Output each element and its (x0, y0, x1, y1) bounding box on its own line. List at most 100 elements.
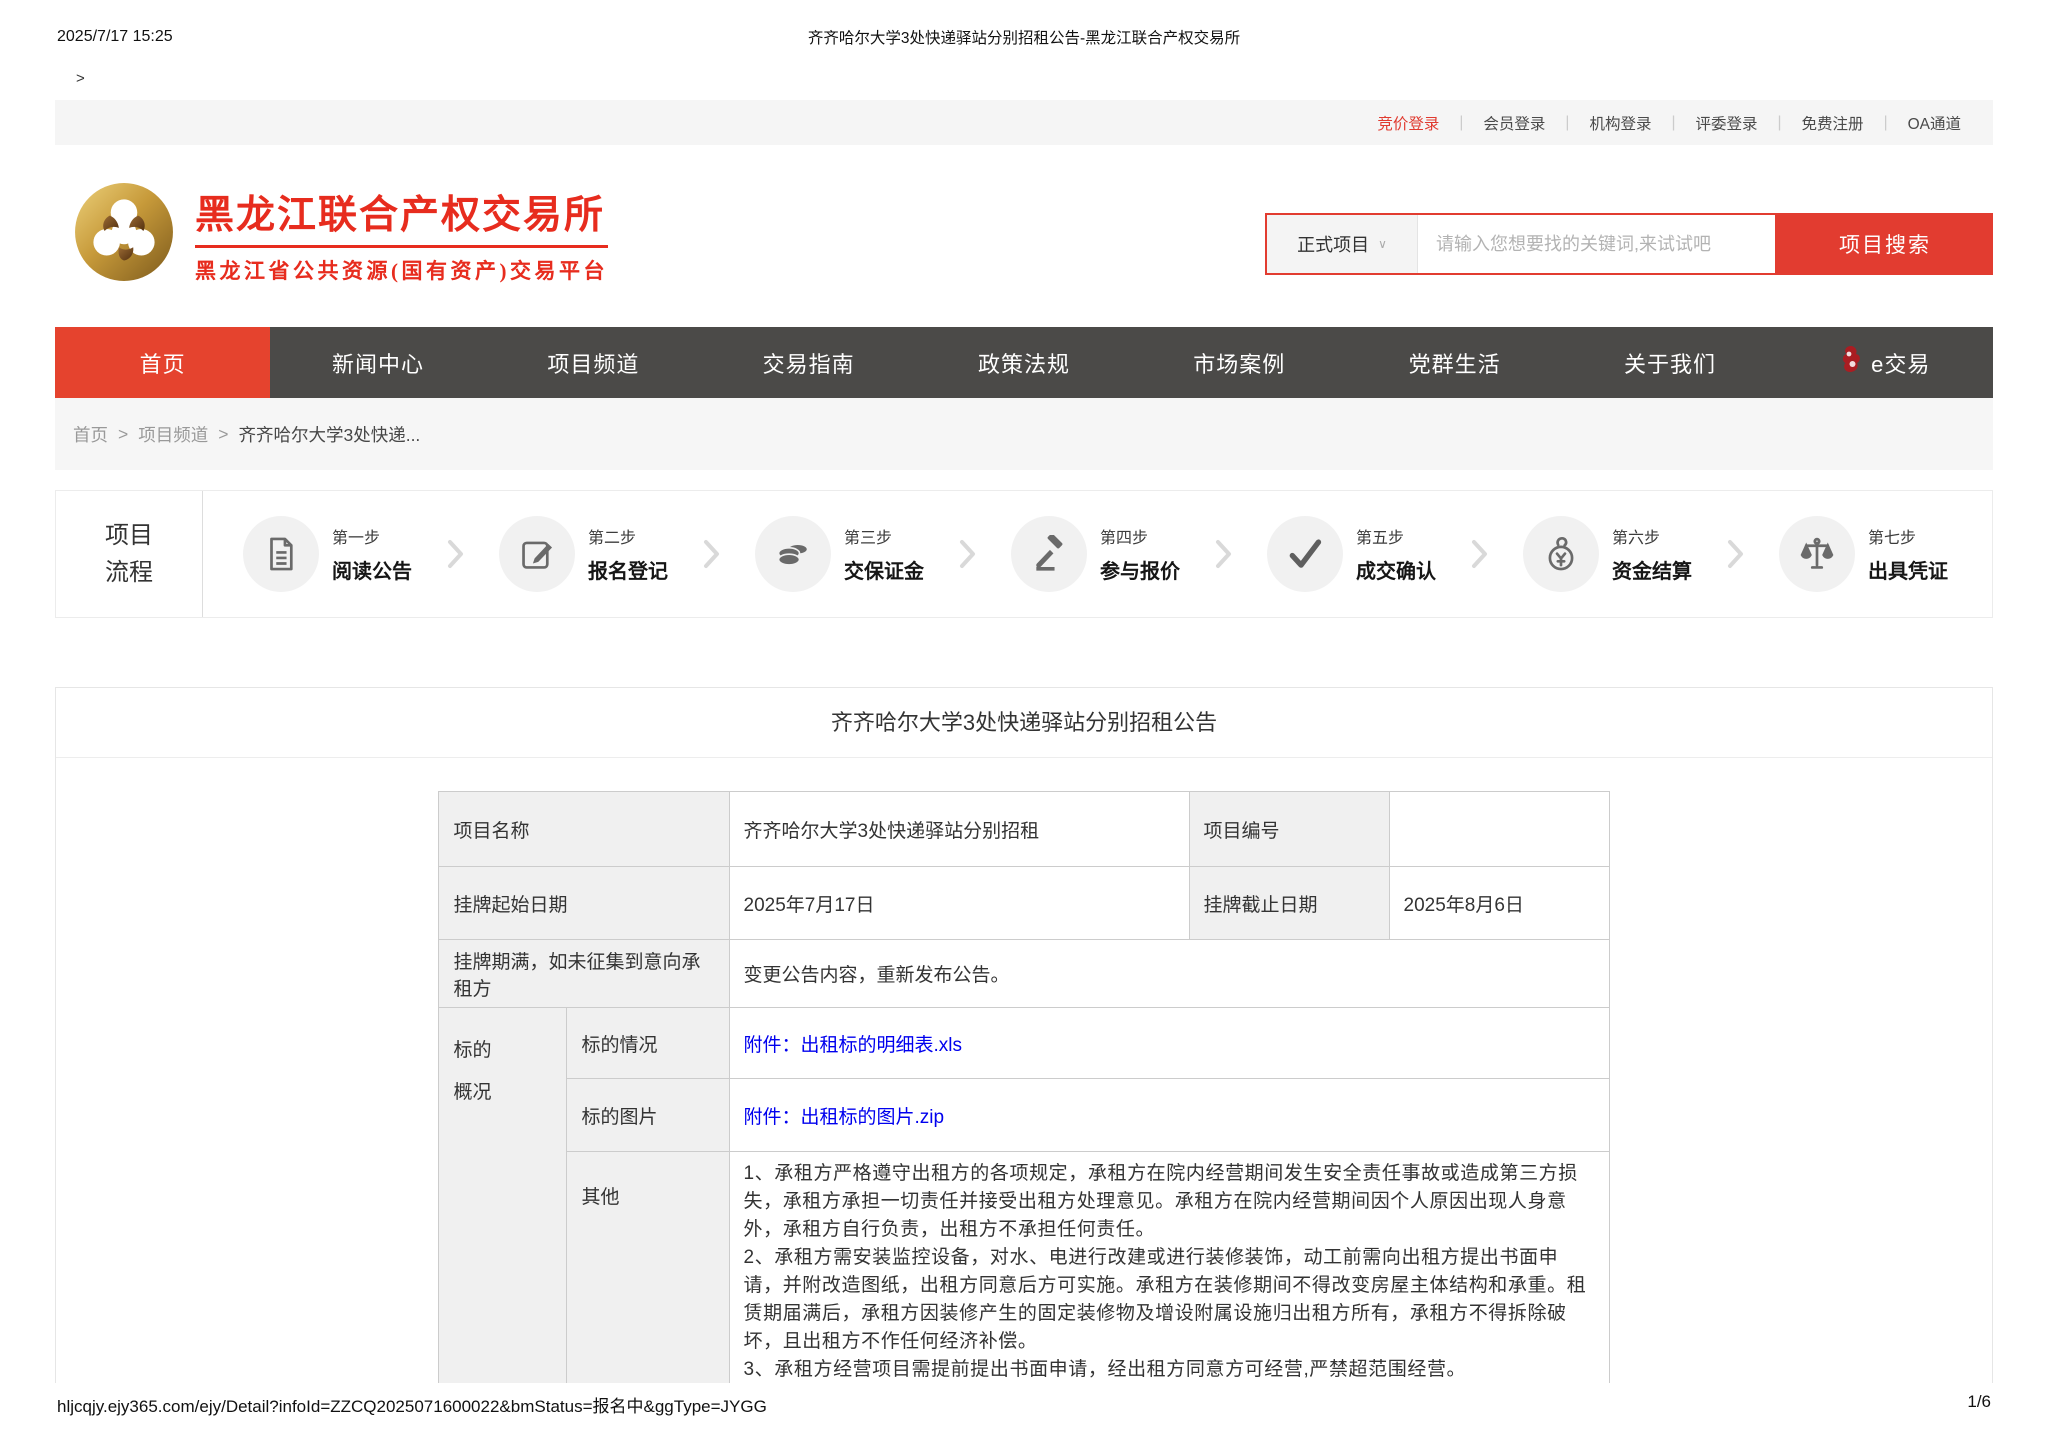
print-page-indicator: 1/6 (1967, 1392, 1991, 1417)
chevron-right-icon (1726, 537, 1746, 571)
flow-step-settlement: 第六步 资金结算 (1523, 516, 1692, 592)
step-name: 阅读公告 (332, 555, 412, 584)
search-category-value: 正式项目 (1297, 231, 1369, 257)
nav-item-trade-guide[interactable]: 交易指南 (701, 327, 916, 398)
project-code-label: 项目编号 (1189, 792, 1389, 867)
breadcrumb-projects[interactable]: 项目频道 (138, 422, 208, 447)
document-icon (243, 516, 319, 592)
step-text: 第二步 报名登记 (588, 524, 668, 584)
logo-text: 黑龙江联合产权交易所 黑龙江省公共资源(国有资产)交易平台 (195, 184, 608, 285)
announcement-table: 项目名称 齐齐哈尔大学3处快递驿站分别招租 项目编号 挂牌起始日期 2025年7… (438, 791, 1609, 1383)
nav-item-about-us[interactable]: 关于我们 (1562, 327, 1777, 398)
step-text: 第七步 出具凭证 (1868, 524, 1948, 584)
step-name: 资金结算 (1612, 555, 1692, 584)
step-name: 交保证金 (844, 555, 924, 584)
scales-icon (1779, 516, 1855, 592)
table-row: 项目名称 齐齐哈尔大学3处快递驿站分别招租 项目编号 (439, 792, 1609, 867)
breadcrumb-separator: > (118, 424, 128, 445)
nav-item-label: e交易 (1871, 347, 1930, 379)
member-login-link[interactable]: 会员登录 (1463, 112, 1565, 134)
announcement-article: 齐齐哈尔大学3处快递驿站分别招租公告 项目名称 齐齐哈尔大学3处快递驿站分别招租… (55, 687, 1993, 1383)
step-text: 第六步 资金结算 (1612, 524, 1692, 584)
nav-item-news[interactable]: 新闻中心 (270, 327, 485, 398)
check-icon (1267, 516, 1343, 592)
listing-end-label: 挂牌截止日期 (1189, 867, 1389, 940)
table-row: 标的图片 附件：出租标的图片.zip (439, 1079, 1609, 1152)
listing-start-label: 挂牌起始日期 (439, 867, 729, 940)
flow-step-pay-deposit: 第三步 交保证金 (755, 516, 924, 592)
process-flow-title: 项目 流程 (56, 517, 202, 591)
detail-attachment-cell: 附件：出租标的明细表.xls (729, 1008, 1609, 1079)
process-flow-steps: 第一步 阅读公告 第二步 报名登 (203, 516, 1992, 592)
listing-end-value: 2025年8月6日 (1389, 867, 1609, 940)
step-text: 第五步 成交确认 (1356, 524, 1436, 584)
chevron-down-icon: ∨ (1378, 237, 1387, 251)
other-label: 其他 (567, 1152, 729, 1384)
project-code-value (1389, 792, 1609, 867)
flow-step-read-notice: 第一步 阅读公告 (243, 516, 412, 592)
main-nav: 首页 新闻中心 项目频道 交易指南 政策法规 市场案例 党群生活 关于我们 e交… (55, 327, 1993, 398)
process-flow-title-line: 流程 (56, 554, 202, 591)
article-title: 齐齐哈尔大学3处快递驿站分别招租公告 (56, 688, 1992, 758)
attachment-link-xls[interactable]: 附件：出租标的明细表.xls (744, 1035, 963, 1056)
table-row: 挂牌起始日期 2025年7月17日 挂牌截止日期 2025年8月6日 (439, 867, 1609, 940)
step-name: 参与报价 (1100, 555, 1180, 584)
nav-item-policies[interactable]: 政策法规 (916, 327, 1131, 398)
utility-bar: 竞价登录 | 会员登录 | 机构登录 | 评委登录 | 免费注册 | OA通道 (55, 100, 1993, 145)
search-button[interactable]: 项目搜索 (1777, 213, 1993, 275)
project-name-value: 齐齐哈尔大学3处快递驿站分别招租 (729, 792, 1189, 867)
search-category-dropdown[interactable]: 正式项目 ∨ (1267, 215, 1418, 273)
print-preview-page: 2025/7/17 15:25 齐齐哈尔大学3处快递驿站分别招租公告-黑龙江联合… (0, 0, 2048, 1447)
attachment-link-zip[interactable]: 附件：出租标的图片.zip (744, 1107, 945, 1128)
site-logo[interactable]: 黑龙江联合产权交易所 黑龙江省公共资源(国有资产)交易平台 (73, 181, 608, 288)
site-content: 竞价登录 | 会员登录 | 机构登录 | 评委登录 | 免费注册 | OA通道 (55, 100, 1993, 1383)
overview-label-line: 标的 (453, 1030, 554, 1072)
flow-step-certificate: 第七步 出具凭证 (1779, 516, 1948, 592)
step-number: 第六步 (1612, 524, 1692, 548)
auction-login-link[interactable]: 竞价登录 (1357, 112, 1459, 134)
chevron-right-icon (1470, 537, 1490, 571)
nav-item-home[interactable]: 首页 (55, 327, 270, 398)
table-row: 挂牌期满，如未征集到意向承租方 变更公告内容，重新发布公告。 (439, 940, 1609, 1008)
logo-title: 黑龙江联合产权交易所 (195, 184, 608, 248)
step-name: 出具凭证 (1868, 555, 1948, 584)
step-text: 第三步 交保证金 (844, 524, 924, 584)
logo-subtitle: 黑龙江省公共资源(国有资产)交易平台 (195, 255, 608, 285)
flow-step-bid: 第四步 参与报价 (1011, 516, 1180, 592)
chevron-right-icon (702, 537, 722, 571)
chevron-right-icon (446, 537, 466, 571)
flow-step-deal-confirm: 第五步 成交确认 (1267, 516, 1436, 592)
print-document-title: 齐齐哈尔大学3处快递驿站分别招租公告-黑龙江联合产权交易所 (0, 26, 2048, 48)
other-paragraph: 2、承租方需安装监控设备，对水、电进行改建或进行装修装饰，动工前需向出租方提出书… (744, 1244, 1597, 1356)
judge-login-link[interactable]: 评委登录 (1676, 112, 1778, 134)
breadcrumb-home[interactable]: 首页 (73, 422, 108, 447)
detail-label: 标的情况 (567, 1008, 729, 1079)
chevron-right-icon (958, 537, 978, 571)
institution-login-link[interactable]: 机构登录 (1569, 112, 1671, 134)
step-number: 第四步 (1100, 524, 1180, 548)
search-box: 正式项目 ∨ (1265, 213, 1777, 275)
free-register-link[interactable]: 免费注册 (1782, 112, 1884, 134)
nav-item-party-life[interactable]: 党群生活 (1347, 327, 1562, 398)
overview-label: 标的 概况 (439, 1008, 567, 1384)
breadcrumb-separator: > (218, 424, 228, 445)
nav-item-e-trading[interactable]: e交易 (1778, 327, 1993, 398)
oa-channel-link[interactable]: OA通道 (1888, 112, 1981, 134)
table-row: 其他 1、承租方严格遵守出租方的各项规定，承租方在院内经营期间发生安全责任事故或… (439, 1152, 1609, 1384)
nav-item-cases[interactable]: 市场案例 (1132, 327, 1347, 398)
search-input[interactable] (1418, 215, 1775, 273)
gavel-icon (1011, 516, 1087, 592)
listing-start-value: 2025年7月17日 (729, 867, 1189, 940)
process-flow-title-line: 项目 (56, 517, 202, 554)
step-number: 第一步 (332, 524, 412, 548)
print-footer: hljcqjy.ejy365.com/ejy/Detail?infoId=ZZC… (57, 1392, 1991, 1417)
breadcrumb: 首页 > 项目频道 > 齐齐哈尔大学3处快递... (55, 398, 1993, 470)
nav-item-projects[interactable]: 项目频道 (486, 327, 701, 398)
step-number: 第五步 (1356, 524, 1436, 548)
expiry-value: 变更公告内容，重新发布公告。 (729, 940, 1609, 1008)
photos-attachment-cell: 附件：出租标的图片.zip (729, 1079, 1609, 1152)
other-paragraph: 3、承租方经营项目需提前提出书面申请，经出租方同意方可经营,严禁超范围经营。 (744, 1356, 1597, 1383)
step-number: 第三步 (844, 524, 924, 548)
e-trading-icon (1840, 345, 1862, 381)
step-number: 第二步 (588, 524, 668, 548)
